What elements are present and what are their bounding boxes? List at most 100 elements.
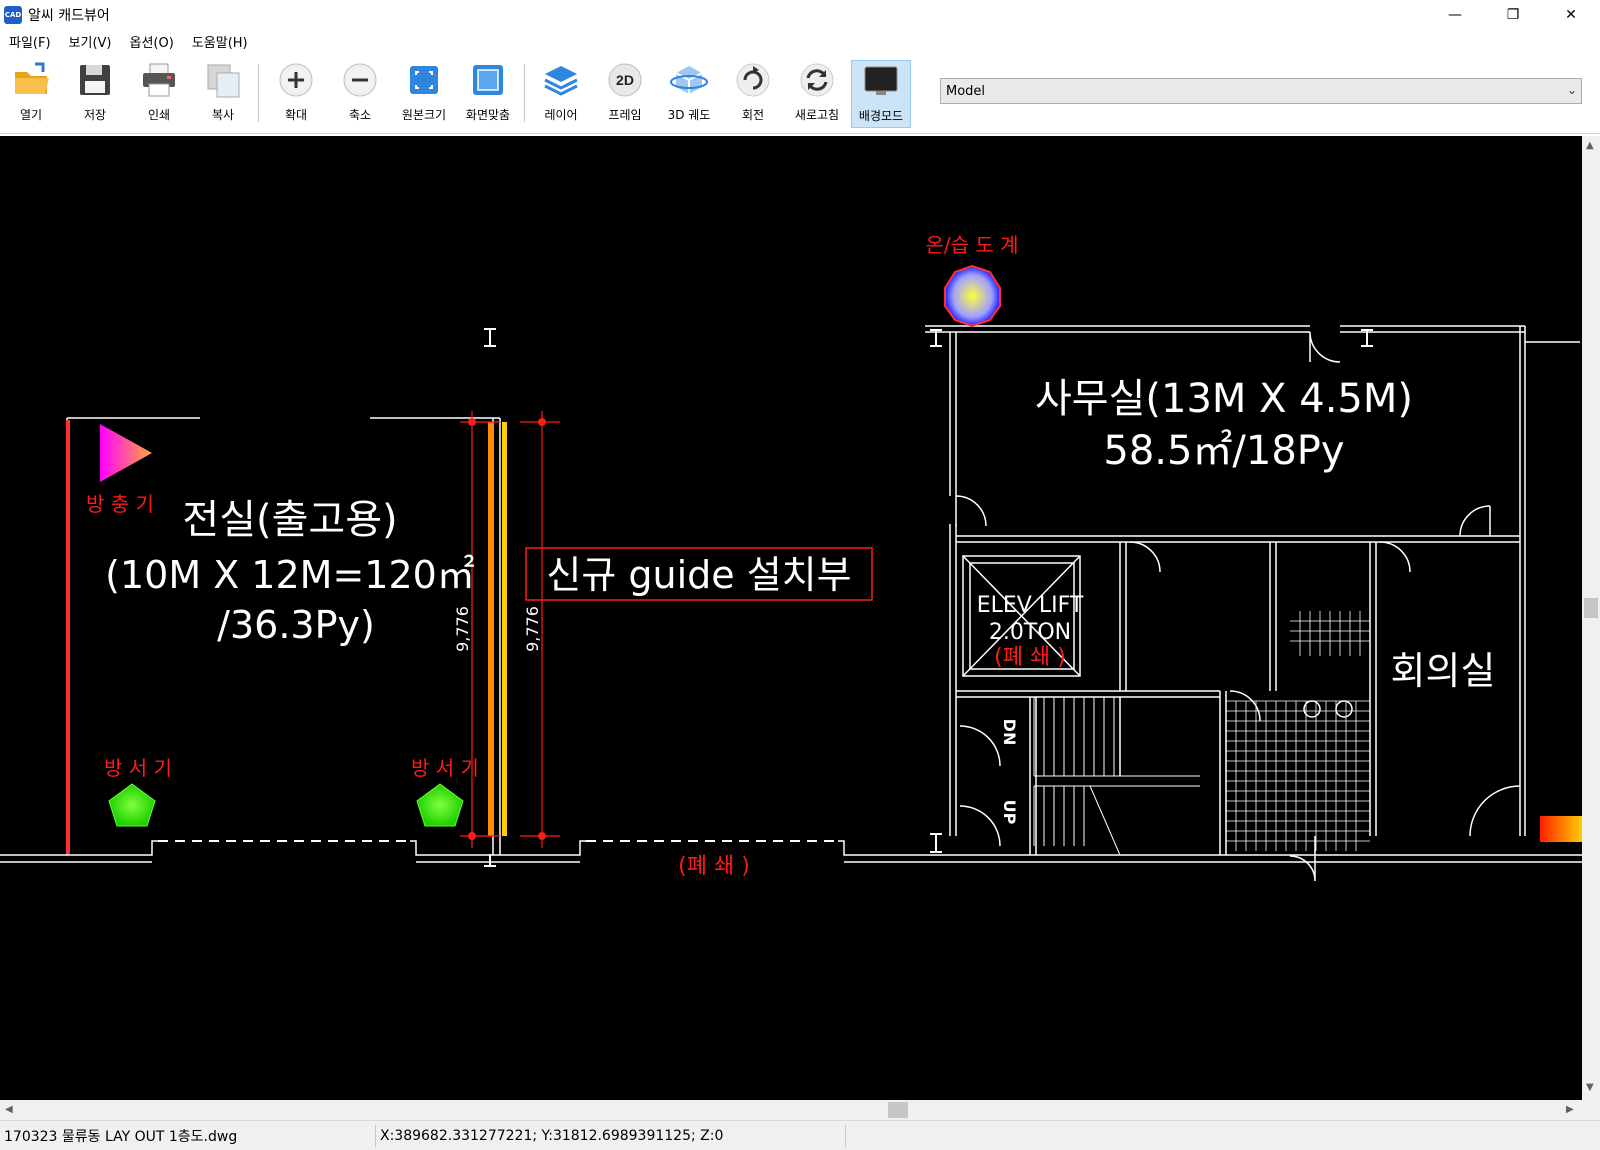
meeting-room-label: 회의실 xyxy=(1391,649,1496,693)
floppy-icon xyxy=(75,60,115,100)
layer-label: 레이어 xyxy=(544,108,578,122)
refresh-icon xyxy=(797,60,837,100)
2d-frame-icon: 2D xyxy=(605,60,645,100)
menu-file[interactable]: 파일(F) xyxy=(0,32,60,51)
menu-bar: 파일(F) 보기(V) 옵션(O) 도움말(H) xyxy=(0,30,1600,52)
heater-left-label: 방 서 기 xyxy=(104,756,172,780)
elevator-label-line1: ELEV LIFT xyxy=(977,593,1084,618)
status-coordinates: X:389682.331277221; Y:31812.6989391125; … xyxy=(376,1124,846,1147)
cad-drawing: 온/습 도 계 방 충 기 전실(출고용) (10M X 12M=120㎡ /3… xyxy=(0,233,1582,882)
open-label: 열기 xyxy=(19,108,43,122)
storage-room-dims: (10M X 12M=120㎡ xyxy=(105,553,475,597)
printer-icon xyxy=(139,60,179,100)
stair-up-label: UP xyxy=(1000,800,1019,825)
fit-screen-icon xyxy=(468,60,508,100)
drawing-canvas[interactable]: 온/습 도 계 방 충 기 전실(출고용) (10M X 12M=120㎡ /3… xyxy=(0,136,1582,1100)
thermo-hygrometer-icon xyxy=(944,264,1001,328)
status-bar: 170323 물류동 LAY OUT 1층도.dwg X:389682.3312… xyxy=(0,1120,1600,1150)
scroll-up-icon[interactable]: ▲ xyxy=(1586,140,1594,151)
vertical-scrollbar[interactable]: ▲ ▼ xyxy=(1582,136,1600,1100)
right-heater-block xyxy=(1540,816,1582,842)
print-label: 인쇄 xyxy=(147,108,171,122)
heater-right-label: 방 서 기 xyxy=(411,756,479,780)
frame-label: 프레임 xyxy=(608,108,642,122)
stair-down-label: DN xyxy=(1000,719,1019,746)
refresh-label: 새로고침 xyxy=(794,108,840,122)
close-button[interactable]: ✕ xyxy=(1542,0,1600,30)
status-file-name: 170323 물류동 LAY OUT 1층도.dwg xyxy=(0,1124,376,1147)
layers-icon xyxy=(541,60,581,100)
insect-repeller-label: 방 충 기 xyxy=(86,492,154,516)
elevator-label-line2: 2.0TON xyxy=(989,620,1071,645)
fit-screen-label: 화면맞춤 xyxy=(465,108,511,122)
layout-select[interactable]: Model ⌄ xyxy=(940,78,1582,104)
scroll-corner xyxy=(1582,1100,1600,1120)
layout-select-value: Model xyxy=(946,83,986,99)
background-mode-label: 배경모드 xyxy=(858,109,904,123)
title-bar: CAD 알씨 캐드뷰어 — ❐ ✕ xyxy=(0,0,1600,30)
menu-help[interactable]: 도움말(H) xyxy=(183,32,257,51)
rotate-icon xyxy=(733,60,773,100)
frame-button[interactable]: 2D 프레임 xyxy=(595,60,655,128)
office-area: 58.5㎡/18Py xyxy=(1103,428,1344,474)
horizontal-scroll-thumb[interactable] xyxy=(888,1102,908,1118)
dimension-right-label: 9,776 xyxy=(523,606,542,652)
app-icon: CAD xyxy=(4,6,22,24)
guide-rail xyxy=(488,422,494,836)
orbit-3d-label: 3D 궤도 xyxy=(667,108,711,122)
closed-bottom-label: (폐 쇄 ) xyxy=(678,854,750,879)
monitor-icon xyxy=(861,61,901,101)
plus-circle-icon xyxy=(276,60,316,100)
scroll-down-icon[interactable]: ▼ xyxy=(1586,1082,1594,1093)
save-label: 저장 xyxy=(83,108,107,122)
zoom-out-label: 축소 xyxy=(348,108,372,122)
heater-left-icon xyxy=(108,783,156,827)
fit-screen-button[interactable]: 화면맞춤 xyxy=(458,60,518,128)
original-size-button[interactable]: 원본크기 xyxy=(394,60,454,128)
copy-icon xyxy=(203,60,243,100)
window-title: 알씨 캐드뷰어 xyxy=(28,8,110,24)
minimize-button[interactable]: — xyxy=(1426,0,1484,30)
save-button[interactable]: 저장 xyxy=(65,60,125,128)
left-wall-hatch xyxy=(66,420,70,854)
menu-options[interactable]: 옵션(O) xyxy=(121,32,183,51)
original-size-label: 원본크기 xyxy=(401,108,447,122)
horizontal-scrollbar[interactable]: ◀ ▶ xyxy=(0,1100,1582,1120)
toolbar-separator xyxy=(524,64,525,122)
dimension-left-label: 9,776 xyxy=(453,606,472,652)
copy-label: 복사 xyxy=(211,108,235,122)
elevator-closed-label: (폐 쇄 ) xyxy=(994,645,1066,670)
background-mode-button[interactable]: 배경모드 xyxy=(851,60,911,128)
orbit-3d-button[interactable]: 3D 궤도 xyxy=(659,60,719,128)
dimension-lines xyxy=(460,411,560,848)
restroom-tiles xyxy=(1226,611,1370,851)
vertical-scroll-thumb[interactable] xyxy=(1584,598,1598,618)
zoom-out-button[interactable]: 축소 xyxy=(330,60,390,128)
zoom-in-label: 확대 xyxy=(284,108,308,122)
heater-right-icon xyxy=(416,783,464,827)
rotate-button[interactable]: 회전 xyxy=(723,60,783,128)
storage-room-title: 전실(출고용) xyxy=(182,497,397,543)
layer-button[interactable]: 레이어 xyxy=(531,60,591,128)
frame-icon-text: 2D xyxy=(616,72,634,88)
scroll-left-icon[interactable]: ◀ xyxy=(5,1104,13,1115)
copy-button[interactable]: 복사 xyxy=(193,60,253,128)
cube-icon xyxy=(669,60,709,100)
scroll-right-icon[interactable]: ▶ xyxy=(1566,1104,1574,1115)
restore-button[interactable]: ❐ xyxy=(1484,0,1542,30)
zoom-in-button[interactable]: 확대 xyxy=(266,60,326,128)
insect-repeller-icon xyxy=(100,424,152,482)
rotate-label: 회전 xyxy=(741,108,765,122)
office-title: 사무실(13M X 4.5M) xyxy=(1035,376,1413,422)
chevron-down-icon: ⌄ xyxy=(1566,83,1577,97)
menu-view[interactable]: 보기(V) xyxy=(60,32,121,51)
print-button[interactable]: 인쇄 xyxy=(129,60,189,128)
folder-icon xyxy=(11,60,51,100)
stairs xyxy=(1033,697,1200,856)
minus-circle-icon xyxy=(340,60,380,100)
refresh-button[interactable]: 새로고침 xyxy=(787,60,847,128)
actual-size-icon xyxy=(404,60,444,100)
storage-room-area: /36.3Py) xyxy=(217,603,375,647)
open-button[interactable]: 열기 xyxy=(1,60,61,128)
toolbar-separator xyxy=(258,64,259,122)
